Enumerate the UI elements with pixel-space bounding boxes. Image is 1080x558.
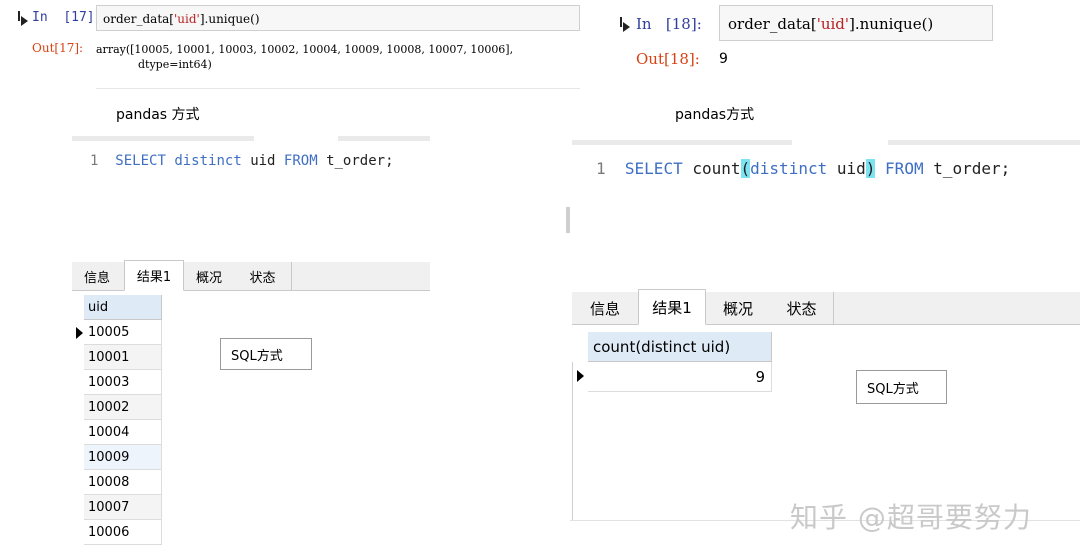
tab-result1[interactable]: 结果1 [124, 260, 184, 291]
code-text-18: order_data['uid'].nunique() [728, 15, 934, 33]
sql-editor-right[interactable]: 1 SELECT count(distinct uid) FROM t_orde… [572, 140, 1080, 295]
table-row[interactable]: 10008 [84, 470, 162, 495]
tab-info[interactable]: 信息 [572, 292, 638, 324]
tab-info[interactable]: 信息 [72, 262, 122, 290]
run-cell-17-button[interactable] [18, 11, 28, 30]
current-row-arrow-icon [76, 327, 83, 339]
caption-pandas-left: pandas 方式 [116, 107, 200, 123]
column-header-uid[interactable]: uid [84, 295, 162, 320]
table-row[interactable]: 10002 [84, 395, 162, 420]
table-row[interactable]: 10001 [84, 345, 162, 370]
tab-status[interactable]: 状态 [770, 292, 834, 324]
table-row[interactable]: 10007 [84, 495, 162, 520]
output-array-17: array([10005, 10001, 10003, 10002, 10004… [96, 43, 514, 71]
tab-overview[interactable]: 概况 [184, 262, 234, 290]
sql-editor-left[interactable]: 1 SELECT distinct uid FROM t_order; [72, 136, 430, 265]
code-text-17: order_data['uid'].unique() [103, 12, 260, 26]
grid-left-border [572, 362, 573, 520]
out-prompt-18: Out[18]: [636, 50, 700, 68]
tab-result1[interactable]: 结果1 [638, 289, 706, 325]
tab-overview[interactable]: 概况 [706, 292, 770, 324]
table-row[interactable]: 10006 [84, 520, 162, 545]
column-header-count-distinct-uid[interactable]: count(distinct uid) [588, 332, 772, 362]
caption-pandas-right: pandas方式 [675, 107, 755, 123]
table-row[interactable]: 10003 [84, 370, 162, 395]
table-row[interactable]: 10005 [84, 320, 162, 345]
sql-line-1: 1 SELECT count(distinct uid) FROM t_orde… [596, 159, 1011, 178]
result-tabs-right: 信息 结果1 概况 状态 [572, 289, 1080, 325]
run-icon [21, 16, 28, 26]
out-prompt-17: Out[17]: [32, 41, 84, 55]
code-cell-17[interactable]: order_data['uid'].unique() [96, 5, 580, 31]
result-grid-left: uid 10005 10001 10003 10002 10004 10009 … [72, 295, 162, 550]
output-divider [96, 88, 580, 89]
run-icon [623, 22, 630, 32]
table-row[interactable]: 10009 [84, 445, 162, 470]
in-prompt-18: In [18]: [636, 15, 702, 33]
table-row[interactable]: 10004 [84, 420, 162, 445]
in-prompt-17: In [17]: [32, 10, 103, 25]
run-cell-18-button[interactable] [620, 17, 630, 36]
output-value-18: 9 [719, 51, 728, 67]
splitter-handle[interactable] [566, 207, 570, 233]
result-tabs-left: 信息 结果1 概况 状态 [72, 260, 430, 291]
current-row-arrow-icon [577, 370, 584, 382]
editor-tab-edge [792, 140, 888, 145]
code-cell-18[interactable]: order_data['uid'].nunique() [719, 5, 993, 41]
result-cell-count[interactable]: 9 [588, 362, 772, 392]
sql-line-1: 1 SELECT distinct uid FROM t_order; [90, 153, 394, 169]
result-grid-right: count(distinct uid) 9 [572, 330, 772, 520]
sql-method-label-right: SQL方式 [856, 370, 947, 404]
tab-status[interactable]: 状态 [234, 262, 292, 290]
sql-method-label-left: SQL方式 [220, 338, 312, 370]
editor-tab-edge [254, 136, 338, 141]
watermark-text: 知乎 @超哥要努力 [790, 501, 1032, 534]
